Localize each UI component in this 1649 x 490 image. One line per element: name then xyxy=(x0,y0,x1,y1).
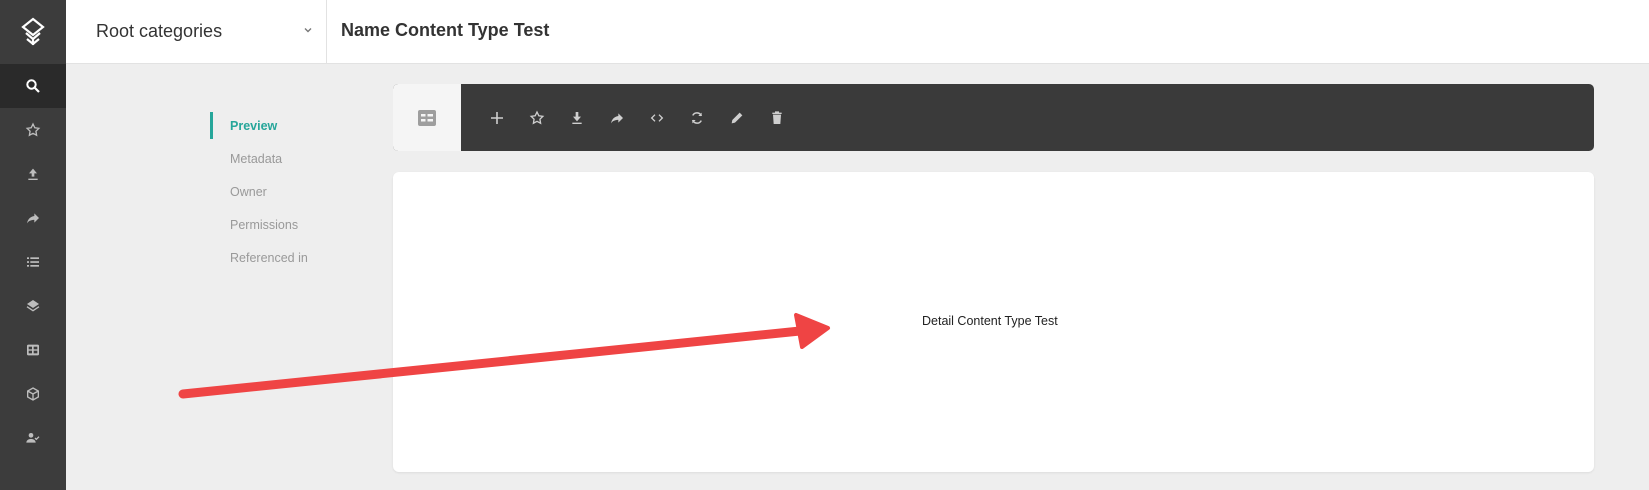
delete-button[interactable] xyxy=(757,98,797,138)
download-button[interactable] xyxy=(557,98,597,138)
detail-tabs: Preview Metadata Owner Permissions Refer… xyxy=(210,109,308,274)
share-icon xyxy=(611,112,623,123)
embed-button[interactable] xyxy=(637,98,677,138)
app-logo-icon[interactable] xyxy=(0,0,66,64)
left-nav-rail xyxy=(0,0,66,490)
category-select-label: Root categories xyxy=(96,21,223,41)
user-check-icon xyxy=(26,433,40,443)
code-icon xyxy=(650,113,664,122)
nav-share[interactable] xyxy=(0,196,66,240)
layers-icon xyxy=(26,300,40,312)
add-icon xyxy=(491,111,503,124)
tab-preview[interactable]: Preview xyxy=(210,109,308,142)
page-title: Name Content Type Test xyxy=(341,20,550,40)
star-icon xyxy=(25,122,41,137)
refresh-icon xyxy=(691,111,703,124)
chevron-down-icon xyxy=(304,28,312,33)
delete-icon xyxy=(772,110,782,124)
table-icon xyxy=(27,344,39,356)
tab-referenced-in[interactable]: Referenced in xyxy=(210,241,308,274)
view-toggle-button[interactable] xyxy=(393,84,461,151)
star-icon xyxy=(529,109,545,124)
refresh-button[interactable] xyxy=(677,98,717,138)
share-button[interactable] xyxy=(597,98,637,138)
nav-packages[interactable] xyxy=(0,372,66,416)
add-button[interactable] xyxy=(477,98,517,138)
nav-search[interactable] xyxy=(0,64,66,108)
cube-icon xyxy=(27,387,39,401)
list-view-icon xyxy=(418,109,436,126)
toolbar-actions xyxy=(477,84,797,151)
edit-button[interactable] xyxy=(717,98,757,138)
share-icon xyxy=(27,213,39,224)
download-icon xyxy=(572,111,582,124)
list-icon xyxy=(27,257,39,267)
preview-content-text: Detail Content Type Test xyxy=(922,314,1058,328)
nav-layers[interactable] xyxy=(0,284,66,328)
tab-metadata[interactable]: Metadata xyxy=(210,142,308,175)
preview-panel: Detail Content Type Test xyxy=(393,172,1594,472)
category-select[interactable]: Root categories xyxy=(66,0,327,63)
top-header: Root categories Name Content Type Test xyxy=(66,0,1649,64)
favorite-button[interactable] xyxy=(517,98,557,138)
nav-favorites[interactable] xyxy=(0,108,66,152)
upload-icon xyxy=(28,168,38,180)
content-toolbar xyxy=(393,84,1594,151)
tab-owner[interactable]: Owner xyxy=(210,175,308,208)
nav-upload[interactable] xyxy=(0,152,66,196)
nav-users[interactable] xyxy=(0,416,66,460)
nav-tables[interactable] xyxy=(0,328,66,372)
edit-icon xyxy=(731,112,743,123)
nav-list[interactable] xyxy=(0,240,66,284)
tab-permissions[interactable]: Permissions xyxy=(210,208,308,241)
search-icon xyxy=(26,79,40,93)
